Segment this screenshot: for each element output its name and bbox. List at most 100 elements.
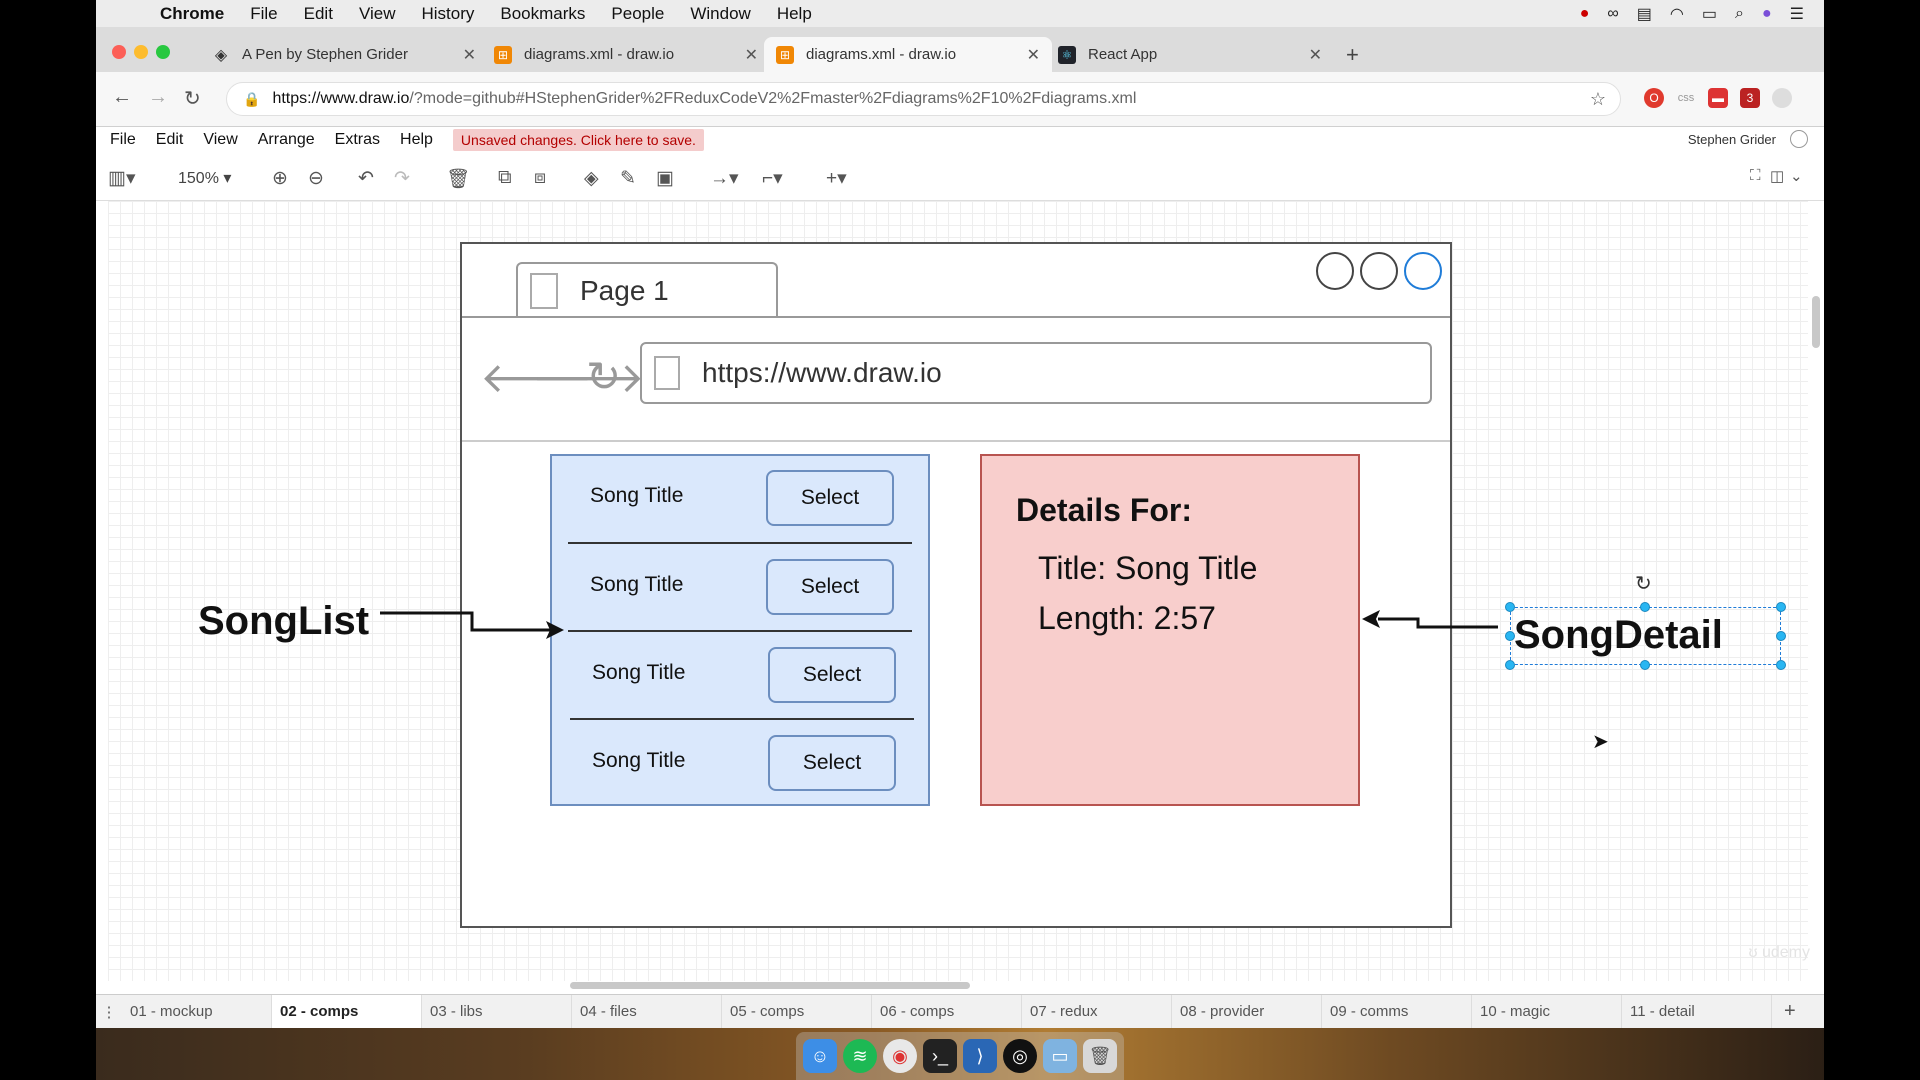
resize-handle[interactable]	[1505, 631, 1515, 641]
page-tab[interactable]: 06 - comps	[872, 994, 1022, 1028]
extension-grey-icon[interactable]	[1772, 88, 1792, 108]
page-tab[interactable]: 09 - comms	[1322, 994, 1472, 1028]
resize-handle[interactable]	[1505, 602, 1515, 612]
notification-center-icon[interactable]: ☰	[1790, 4, 1804, 24]
bookmark-star-icon[interactable]: ☆	[1590, 89, 1606, 110]
menu-window[interactable]: Window	[690, 4, 750, 24]
chrome-icon[interactable]: ◉	[883, 1039, 917, 1073]
songlist-arrow[interactable]	[378, 605, 568, 645]
tab-drawio-1[interactable]: ⊞ diagrams.xml - draw.io ✕	[482, 37, 770, 72]
drawio-menu-help[interactable]: Help	[400, 131, 433, 149]
page-tab[interactable]: 10 - magic	[1472, 994, 1622, 1028]
drawio-menu-arrange[interactable]: Arrange	[258, 131, 315, 149]
mockup-url-bar[interactable]: https://www.draw.io	[640, 342, 1432, 404]
menu-file[interactable]: File	[250, 4, 277, 24]
spotlight-search-icon[interactable]: ⌕	[1735, 5, 1744, 23]
tab-codepen[interactable]: ◈ A Pen by Stephen Grider ✕	[200, 37, 488, 72]
zoom-select[interactable]: 150% ▾	[178, 168, 231, 188]
maximize-window-button[interactable]	[156, 45, 170, 59]
lock-icon[interactable]: 🔒	[243, 91, 260, 108]
rotate-handle-icon[interactable]: ↻	[1635, 571, 1652, 596]
address-bar[interactable]: 🔒 https://www.draw.io/?mode=github#HStep…	[226, 82, 1621, 116]
to-back-icon[interactable]: ⧈	[534, 167, 546, 189]
song-detail-box[interactable]: Details For: Title: Song Title Length: 2…	[980, 454, 1360, 806]
redo-icon[interactable]: ↷	[394, 167, 410, 190]
song-row[interactable]: Song Title Select	[552, 545, 928, 633]
resize-handle[interactable]	[1640, 660, 1650, 670]
reload-icon[interactable]: ↻	[184, 86, 201, 111]
zoom-in-icon[interactable]: ⊕	[272, 167, 288, 190]
horizontal-scrollbar[interactable]	[570, 982, 970, 989]
select-button[interactable]: Select	[766, 559, 894, 615]
waypoints-icon[interactable]: ⌐▾	[762, 167, 783, 190]
page-tab[interactable]: 07 - redux	[1022, 994, 1172, 1028]
collapse-icon[interactable]: ⌄	[1790, 167, 1803, 185]
page-tab[interactable]: 03 - libs	[422, 994, 572, 1028]
extension-red-icon[interactable]: ▬	[1708, 88, 1728, 108]
new-tab-icon[interactable]: +	[1346, 42, 1359, 68]
resize-handle[interactable]	[1505, 660, 1515, 670]
menu-edit[interactable]: Edit	[304, 4, 333, 24]
select-button[interactable]: Select	[768, 647, 896, 703]
select-button[interactable]: Select	[766, 470, 894, 526]
forward-icon[interactable]: →	[148, 86, 168, 109]
language-globe-icon[interactable]	[1790, 130, 1808, 148]
drawio-menu-file[interactable]: File	[110, 131, 136, 149]
close-tab-icon[interactable]: ✕	[1027, 45, 1040, 65]
drawing-canvas[interactable]: Page 1 🡐 🡒 ↻ https://www.draw.io Song Ti…	[108, 201, 1808, 981]
vscode-icon[interactable]: ⟩	[963, 1039, 997, 1073]
page-tab[interactable]: 01 - mockup	[122, 994, 272, 1028]
resize-handle[interactable]	[1640, 602, 1650, 612]
vertical-scrollbar[interactable]	[1812, 296, 1820, 348]
docker-icon[interactable]: ▤	[1637, 4, 1652, 24]
song-row[interactable]: Song Title Select	[552, 456, 928, 544]
mockup-page-tab[interactable]: Page 1	[516, 262, 778, 318]
record-icon[interactable]: ●	[1580, 5, 1590, 23]
glasses-icon[interactable]: ∞	[1607, 5, 1618, 23]
song-row[interactable]: Song Title Select	[552, 721, 928, 809]
menu-app-name[interactable]: Chrome	[160, 4, 224, 24]
minimize-window-button[interactable]	[134, 45, 148, 59]
zoom-out-icon[interactable]: ⊖	[308, 167, 324, 190]
back-icon[interactable]: ←	[112, 86, 132, 109]
songdetail-arrow[interactable]	[1358, 601, 1508, 641]
line-color-icon[interactable]: ✎	[620, 167, 636, 190]
obs-icon[interactable]: ◎	[1003, 1039, 1037, 1073]
add-page-icon[interactable]: +	[1784, 1000, 1796, 1023]
delete-icon[interactable]: 🗑	[446, 167, 470, 191]
page-tab-active[interactable]: 02 - comps	[272, 994, 422, 1028]
songlist-box[interactable]: Song Title Select Song Title Select Song…	[550, 454, 930, 806]
user-menu[interactable]: Stephen Grider	[1688, 132, 1776, 147]
shadow-icon[interactable]: ▣	[656, 167, 674, 190]
page-tab[interactable]: 04 - files	[572, 994, 722, 1028]
unsaved-changes-button[interactable]: Unsaved changes. Click here to save.	[452, 129, 704, 151]
pages-menu-icon[interactable]: ⋮	[96, 1003, 122, 1021]
drawio-menu-extras[interactable]: Extras	[335, 131, 380, 149]
menu-help[interactable]: Help	[777, 4, 812, 24]
tab-react-app[interactable]: ⚛ React App ✕	[1046, 37, 1334, 72]
browser-mockup-shape[interactable]: Page 1 🡐 🡒 ↻ https://www.draw.io Song Ti…	[460, 242, 1452, 928]
songlist-label[interactable]: SongList	[198, 599, 369, 644]
songdetail-label[interactable]: SongDetail	[1514, 613, 1723, 658]
insert-plus-icon[interactable]: +▾	[826, 167, 847, 190]
menu-people[interactable]: People	[611, 4, 664, 24]
ublock-extension-icon[interactable]: 3	[1740, 88, 1760, 108]
close-tab-icon[interactable]: ✕	[1309, 45, 1322, 65]
finder-icon[interactable]: ☺	[803, 1039, 837, 1073]
resize-handle[interactable]	[1776, 602, 1786, 612]
spotify-icon[interactable]: ≋	[843, 1039, 877, 1073]
wifi-icon[interactable]: ◠	[1670, 4, 1684, 24]
resize-handle[interactable]	[1776, 631, 1786, 641]
close-window-button[interactable]	[112, 45, 126, 59]
terminal-icon[interactable]: ›_	[923, 1039, 957, 1073]
fullscreen-icon[interactable]: ⛶	[1750, 167, 1761, 184]
page-tab[interactable]: 05 - comps	[722, 994, 872, 1028]
menu-history[interactable]: History	[421, 4, 474, 24]
trash-icon[interactable]: 🗑	[1083, 1039, 1117, 1073]
connection-icon[interactable]: →▾	[710, 167, 739, 190]
to-front-icon[interactable]: ⧉	[498, 167, 512, 189]
fill-color-icon[interactable]: ◈	[584, 167, 599, 190]
page-tab[interactable]: 08 - provider	[1172, 994, 1322, 1028]
resize-handle[interactable]	[1776, 660, 1786, 670]
undo-icon[interactable]: ↶	[358, 167, 374, 190]
